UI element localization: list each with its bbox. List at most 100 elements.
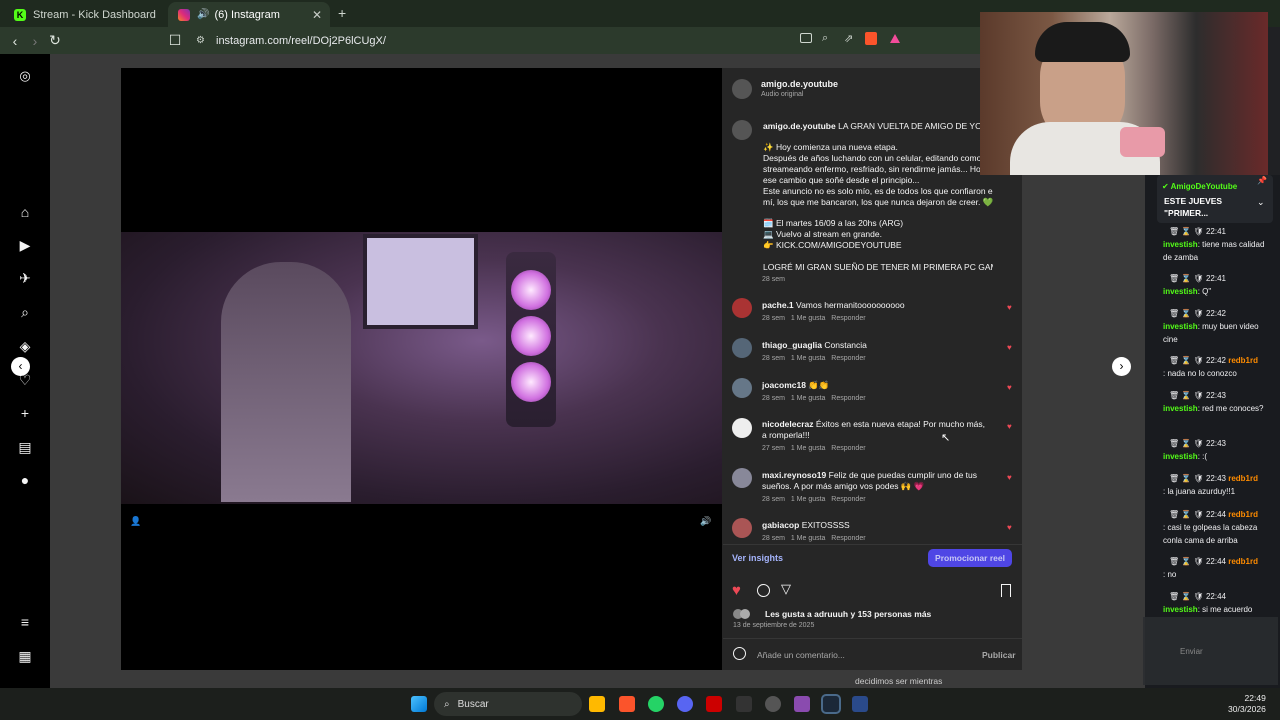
app-icon[interactable] bbox=[736, 696, 752, 712]
reply-button[interactable]: Responder bbox=[831, 355, 865, 362]
comment-likes[interactable]: 1 Me gusta bbox=[791, 395, 826, 402]
comment-username[interactable]: gabiacop bbox=[762, 520, 799, 530]
chat-username[interactable]: investish bbox=[1163, 287, 1198, 296]
avatar[interactable] bbox=[732, 79, 752, 99]
avatar[interactable] bbox=[732, 418, 752, 438]
taskbar-clock[interactable]: 22:49 30/3/2026 bbox=[1228, 693, 1266, 715]
reply-button[interactable]: Responder bbox=[831, 395, 865, 402]
brave-rewards-icon[interactable] bbox=[890, 34, 900, 43]
audio-label[interactable]: Audio original bbox=[761, 91, 803, 98]
home-icon[interactable]: ⌂ bbox=[15, 202, 35, 222]
comment-likes[interactable]: 1 Me gusta bbox=[791, 445, 826, 452]
back-icon[interactable]: ‹ bbox=[5, 31, 25, 51]
publish-button[interactable]: Publicar bbox=[982, 650, 1016, 660]
whatsapp-icon[interactable] bbox=[648, 696, 664, 712]
comment-username[interactable]: maxi.reynoso19 bbox=[762, 470, 826, 480]
zoom-icon[interactable]: ⌕ bbox=[822, 32, 828, 45]
cast-icon[interactable] bbox=[800, 33, 812, 43]
app-icon[interactable] bbox=[852, 696, 868, 712]
new-tab-button[interactable]: + bbox=[338, 5, 346, 21]
prev-arrow-icon[interactable]: ‹ bbox=[11, 357, 30, 376]
avatar[interactable] bbox=[732, 468, 752, 488]
comment-username[interactable]: joacomc18 bbox=[762, 380, 806, 390]
tab-kick-dashboard[interactable]: K Stream - Kick Dashboard bbox=[4, 2, 166, 27]
chat-username[interactable]: investish bbox=[1163, 452, 1198, 461]
messages-icon[interactable]: ✈ bbox=[15, 268, 35, 288]
comment-username[interactable]: thiago_guaglia bbox=[762, 340, 822, 350]
discord-icon[interactable] bbox=[677, 696, 693, 712]
mute-icon[interactable]: 🔊 bbox=[700, 516, 711, 527]
chevron-down-icon[interactable]: ⌄ bbox=[1257, 197, 1265, 208]
emoji-icon[interactable] bbox=[733, 647, 746, 660]
explore-icon[interactable]: ◈ bbox=[15, 336, 35, 356]
brave-shield-icon[interactable] bbox=[865, 32, 877, 45]
heart-icon[interactable]: ♥ bbox=[1007, 474, 1014, 482]
likes-summary[interactable]: Les gusta a adruuuh y 153 personas más bbox=[765, 609, 931, 619]
chat-username[interactable]: investish bbox=[1163, 240, 1198, 249]
taskbar-search[interactable]: ⌕ Buscar bbox=[434, 692, 582, 716]
forward-icon[interactable]: › bbox=[25, 31, 45, 51]
comment-likes[interactable]: 1 Me gusta bbox=[791, 315, 826, 322]
tab-instagram[interactable]: 🔊 (6) Instagram ✕ bbox=[168, 2, 330, 27]
pinned-message[interactable]: 📌 ✔ AmigoDeYoutube ESTE JUEVES "PRIMER..… bbox=[1157, 175, 1273, 223]
caption-link[interactable]: 👉 KICK.COM/AMIGODEYOUTUBE bbox=[763, 240, 993, 251]
chat-username[interactable]: investish bbox=[1163, 322, 1198, 331]
comment-likes[interactable]: 1 Me gusta bbox=[791, 355, 826, 362]
author-username[interactable]: amigo.de.youtube bbox=[761, 79, 838, 89]
reply-button[interactable]: Responder bbox=[831, 445, 865, 452]
share-icon[interactable]: ⇗ bbox=[844, 32, 853, 45]
profile-icon[interactable]: ● bbox=[15, 470, 35, 490]
reply-button[interactable]: Responder bbox=[831, 496, 865, 503]
reload-icon[interactable]: ↻ bbox=[45, 31, 65, 51]
comment-username[interactable]: nicodelecraz bbox=[762, 419, 814, 429]
app-icon[interactable] bbox=[794, 696, 810, 712]
reels-icon[interactable]: ▶ bbox=[15, 235, 35, 255]
comment-likes[interactable]: 1 Me gusta bbox=[791, 535, 826, 542]
site-info-icon[interactable]: ⚙ bbox=[196, 35, 205, 46]
steam-icon[interactable] bbox=[821, 694, 841, 714]
more-apps-icon[interactable]: ▦ bbox=[15, 646, 35, 666]
bookmark-icon[interactable]: ☐ bbox=[165, 31, 185, 51]
menu-icon[interactable]: ≡ bbox=[15, 612, 35, 632]
comment-icon[interactable] bbox=[757, 584, 770, 597]
next-arrow-icon[interactable]: › bbox=[1112, 357, 1131, 376]
chat-username[interactable]: redb1rd bbox=[1228, 510, 1258, 519]
like-icon[interactable]: ♥ bbox=[732, 582, 741, 599]
save-icon[interactable] bbox=[1001, 584, 1011, 597]
avatar[interactable] bbox=[732, 338, 752, 358]
comment-input[interactable]: Añade un comentario... bbox=[757, 650, 845, 660]
brave-icon[interactable] bbox=[619, 696, 635, 712]
chat-username[interactable]: redb1rd bbox=[1228, 474, 1258, 483]
insights-link[interactable]: Ver insights bbox=[732, 553, 783, 563]
instagram-logo-icon[interactable]: ◎ bbox=[15, 66, 35, 86]
windows-start-icon[interactable] bbox=[411, 696, 427, 712]
dashboard-icon[interactable]: ▤ bbox=[15, 437, 35, 457]
avatar[interactable] bbox=[732, 378, 752, 398]
reply-button[interactable]: Responder bbox=[831, 315, 865, 322]
chat-username[interactable]: investish bbox=[1163, 404, 1198, 413]
avatar[interactable] bbox=[732, 518, 752, 538]
reply-button[interactable]: Responder bbox=[831, 535, 865, 542]
obs-icon[interactable] bbox=[765, 696, 781, 712]
reel-video-frame[interactable] bbox=[121, 232, 722, 504]
promote-button[interactable]: Promocionar reel bbox=[928, 549, 1012, 567]
chat-username[interactable]: redb1rd bbox=[1228, 557, 1258, 566]
heart-icon[interactable]: ♥ bbox=[1007, 423, 1014, 431]
chat-username[interactable]: redb1rd bbox=[1228, 356, 1258, 365]
comment-username[interactable]: pache.1 bbox=[762, 300, 794, 310]
share-icon[interactable]: ▽ bbox=[781, 581, 791, 597]
heart-icon[interactable]: ♥ bbox=[1007, 304, 1014, 312]
file-explorer-icon[interactable] bbox=[589, 696, 605, 712]
avatar[interactable] bbox=[732, 120, 752, 140]
netflix-icon[interactable] bbox=[706, 696, 722, 712]
user-tag-icon[interactable]: 👤 bbox=[130, 516, 141, 527]
heart-icon[interactable]: ♥ bbox=[1007, 524, 1014, 532]
create-icon[interactable]: + bbox=[15, 403, 35, 423]
search-icon[interactable]: ⌕ bbox=[15, 302, 35, 322]
send-button[interactable]: Enviar bbox=[1180, 647, 1203, 656]
heart-icon[interactable]: ♥ bbox=[1007, 344, 1014, 352]
close-icon[interactable]: ✕ bbox=[312, 8, 322, 22]
comment-likes[interactable]: 1 Me gusta bbox=[791, 496, 826, 503]
heart-icon[interactable]: ♥ bbox=[1007, 384, 1014, 392]
caption-username[interactable]: amigo.de.youtube bbox=[763, 121, 836, 131]
